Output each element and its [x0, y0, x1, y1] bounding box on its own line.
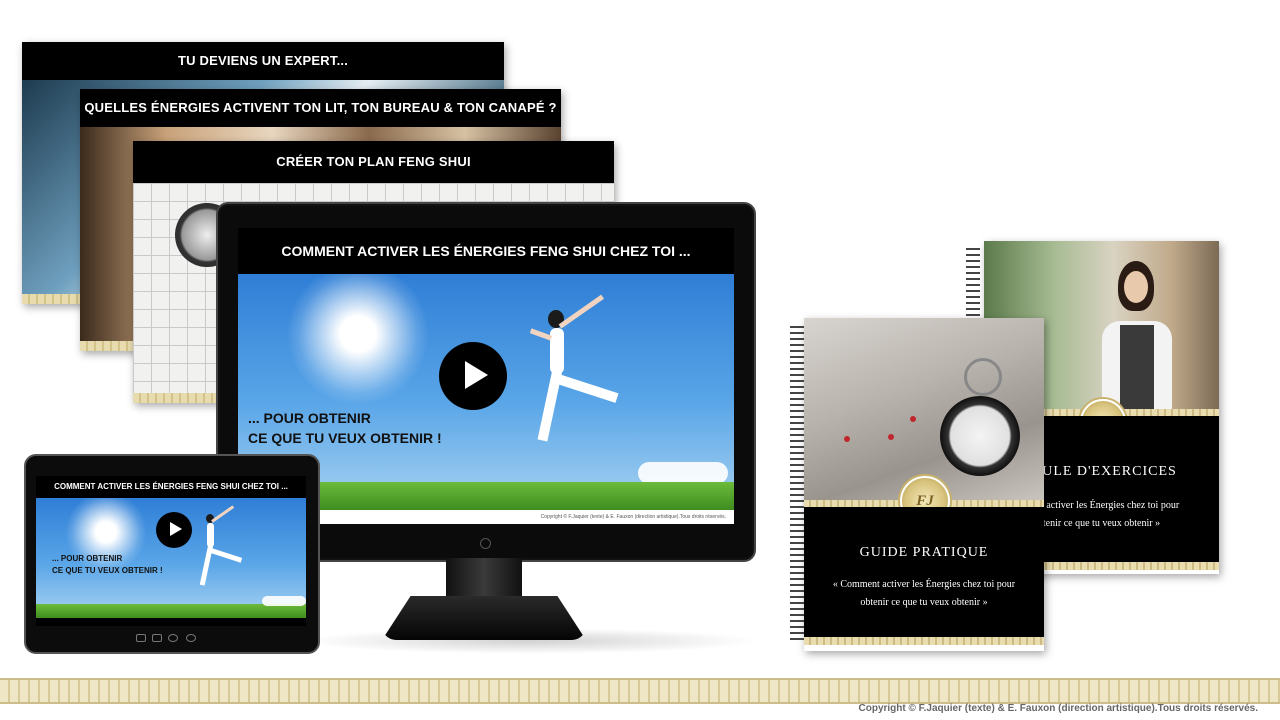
back-icon[interactable]	[136, 634, 146, 642]
grass	[36, 604, 306, 618]
monitor-stand	[382, 596, 586, 640]
menu-icon[interactable]	[168, 634, 178, 642]
guide-spiral	[790, 326, 804, 644]
pin-icon	[910, 416, 916, 422]
cloud	[262, 596, 306, 606]
slide-energies-title: QUELLES ÉNERGIES ACTIVENT TON LIT, TON B…	[80, 89, 561, 127]
footer-decorative-band	[0, 678, 1280, 704]
woman-writing-figure	[1096, 261, 1176, 409]
jumping-woman-figure	[500, 294, 630, 472]
tablet-play-button[interactable]	[156, 512, 192, 548]
search-icon[interactable]	[186, 634, 196, 642]
exercise-spiral	[966, 248, 980, 318]
guide-cover-photo	[804, 318, 1044, 500]
tablet-overlay-line1: ... POUR OBTENIR	[52, 554, 123, 563]
monitor-video-title: COMMENT ACTIVER LES ÉNERGIES FENG SHUI C…	[281, 243, 691, 259]
home-icon[interactable]	[152, 634, 162, 642]
guide-heading: GUIDE PRATIQUE	[859, 545, 989, 560]
tablet-device: COMMENT ACTIVER LES ÉNERGIES FENG SHUI C…	[24, 454, 320, 654]
tablet-video-frame: ... POUR OBTENIR CE QUE TU VEUX OBTENIR …	[36, 498, 306, 618]
cloud	[638, 462, 728, 484]
tablet-video-title: COMMENT ACTIVER LES ÉNERGIES FENG SHUI C…	[54, 482, 288, 491]
guide-cover-panel: GUIDE PRATIQUE « Comment activer les Éne…	[804, 507, 1044, 637]
guide-line2: obtenir ce que tu veux obtenir »	[860, 597, 988, 608]
monitor-neck	[446, 558, 522, 598]
compass-ring	[964, 358, 1002, 396]
tablet-overlay-line2: CE QUE TU VEUX OBTENIR !	[52, 566, 163, 575]
slide-plan-title: CRÉER TON PLAN FENG SHUI	[133, 141, 614, 183]
footer-copyright: Copyright © F.Jaquier (texte) & E. Fauxo…	[858, 703, 1258, 714]
sun-glow	[288, 274, 428, 404]
pin-icon	[888, 434, 894, 440]
slide-expert-title: TU DEVIENS UN EXPERT...	[22, 42, 504, 80]
guide-booklet: FJ GUIDE PRATIQUE « Comment activer les …	[804, 318, 1044, 651]
booklet-trim	[804, 637, 1044, 645]
monitor-overlay-line2: CE QUE TU VEUX OBTENIR !	[248, 430, 442, 446]
jumping-woman-figure	[186, 505, 246, 600]
power-button-icon[interactable]	[480, 538, 491, 549]
compass-icon	[940, 396, 1020, 476]
play-button[interactable]	[439, 342, 507, 410]
monitor-overlay-line1: ... POUR OBTENIR	[248, 410, 371, 426]
guide-line1: « Comment activer les Énergies chez toi …	[832, 579, 1016, 590]
tablet-screen: COMMENT ACTIVER LES ÉNERGIES FENG SHUI C…	[36, 476, 306, 626]
pin-icon	[844, 436, 850, 442]
